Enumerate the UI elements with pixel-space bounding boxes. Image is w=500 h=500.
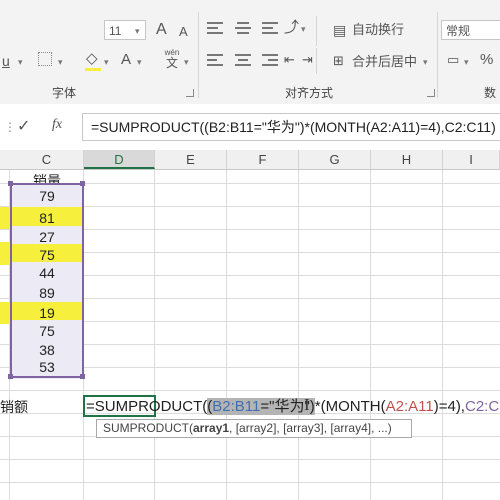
fill-color-swatch (85, 68, 101, 71)
chevron-down-icon: ▾ (135, 26, 140, 36)
formula-ref-a2-a11: A2:A11 (385, 398, 434, 415)
resize-handle[interactable] (80, 374, 85, 379)
formula-ref-b2-b11: B2:B11 (212, 398, 261, 415)
accounting-format-icon[interactable]: ▭ (447, 51, 459, 69)
group-separator (198, 12, 199, 98)
text-cursor-icon: I (304, 395, 310, 414)
column-header-h[interactable]: H (371, 150, 443, 169)
tooltip-other-args: , [array2], [array3], [array4], ...) (229, 421, 392, 435)
chevron-down-icon: ▾ (104, 57, 109, 67)
number-format-combo[interactable]: 常规 (441, 20, 500, 40)
font-size-value: 11 (109, 24, 122, 38)
formula-part: *( (314, 398, 326, 415)
formula-part: ="华为" (260, 398, 310, 415)
chevron-down-icon: ▾ (464, 57, 469, 67)
resize-handle[interactable] (8, 374, 13, 379)
number-format-value: 常规 (446, 24, 471, 38)
ribbon: 11 ▾ A A ⤴ ▾ ▤ 自动换行 常规 u ▾ ▾ ◇ ▾ A ▾ wén… (0, 0, 500, 117)
font-shrink-icon[interactable]: A (179, 23, 188, 41)
highlight-stub (0, 242, 9, 265)
formula-input[interactable]: =SUMPRODUCT((B2:B11="华为")*(MONTH(A2:A11)… (82, 113, 500, 141)
divider (316, 16, 317, 46)
column-header-c[interactable]: C (10, 150, 84, 169)
group-label-alignment: 对齐方式 (285, 86, 334, 100)
resize-handle[interactable] (8, 181, 13, 186)
align-right-icon[interactable] (262, 54, 278, 66)
chevron-down-icon: ▾ (301, 24, 306, 34)
decrease-indent-icon[interactable]: ⇤ (284, 51, 295, 69)
divider (316, 48, 317, 74)
align-top-icon[interactable] (207, 22, 223, 34)
align-bottom-icon[interactable] (262, 22, 278, 34)
highlight-stub (0, 207, 9, 229)
tooltip-current-arg: array1 (193, 421, 230, 435)
chevron-down-icon: ▾ (58, 57, 63, 67)
function-argument-tooltip[interactable]: SUMPRODUCT(array1, [array2], [array3], [… (96, 419, 412, 438)
more-options-icon[interactable]: ⋮ (4, 120, 16, 134)
orientation-icon[interactable]: ⤴ (284, 19, 299, 37)
cell-d12-formula-edit[interactable]: =SUMPRODUCT((B2:B11="华为")*(MONTH(A2:A11)… (86, 397, 500, 417)
formula-part: =SUMPRODUCT( (86, 398, 208, 415)
align-left-icon[interactable] (207, 54, 223, 66)
chevron-down-icon: ▾ (184, 57, 189, 67)
underline-button[interactable]: u (2, 52, 10, 70)
align-middle-icon[interactable] (235, 22, 251, 34)
column-header-f[interactable]: F (227, 150, 299, 169)
fill-color-icon[interactable]: ◇ (86, 50, 98, 68)
formula-part: )=4), (433, 398, 465, 415)
phonetic-guide-button[interactable]: wén 文 (162, 48, 182, 70)
cell-b12-label[interactable]: 销额 (0, 396, 28, 418)
increase-indent-icon[interactable]: ⇥ (302, 51, 313, 69)
group-label-font: 字体 (52, 86, 77, 100)
font-color-icon[interactable]: A (121, 51, 131, 69)
chevron-down-icon: ▾ (423, 57, 428, 67)
merge-center-button[interactable]: 合并后居中 (352, 53, 417, 71)
wrap-text-button[interactable]: 自动换行 (352, 21, 404, 39)
dialog-launcher-icon[interactable] (427, 89, 435, 97)
percent-style-button[interactable]: % (480, 51, 493, 69)
formula-part: MONTH( (325, 398, 386, 415)
font-size-combo[interactable]: 11 ▾ (104, 20, 146, 40)
group-separator (437, 12, 438, 98)
column-header-g[interactable]: G (299, 150, 371, 169)
borders-icon[interactable] (38, 52, 52, 66)
highlight-stub (0, 302, 9, 324)
wrap-text-icon[interactable]: ▤ (333, 21, 346, 39)
column-header-e[interactable]: E (155, 150, 227, 169)
font-grow-icon[interactable]: A (156, 21, 167, 39)
column-header-d[interactable]: D (84, 150, 155, 169)
chevron-down-icon: ▾ (137, 57, 142, 67)
phonetic-char: 文 (165, 56, 178, 70)
enter-check-icon[interactable]: ✓ (17, 116, 30, 136)
merge-center-icon[interactable]: ⊞ (333, 52, 344, 70)
tooltip-function-name: SUMPRODUCT( (103, 421, 193, 435)
dialog-launcher-icon[interactable] (186, 89, 194, 97)
formula-ref-c2-c11: C2:C11 (464, 398, 500, 415)
chevron-down-icon: ▾ (18, 57, 23, 67)
column-header-i[interactable]: I (443, 150, 500, 169)
insert-function-icon[interactable]: fx (52, 117, 62, 133)
align-center-icon[interactable] (235, 54, 251, 66)
resize-handle[interactable] (80, 181, 85, 186)
range-selection-c2-c11 (10, 183, 84, 378)
